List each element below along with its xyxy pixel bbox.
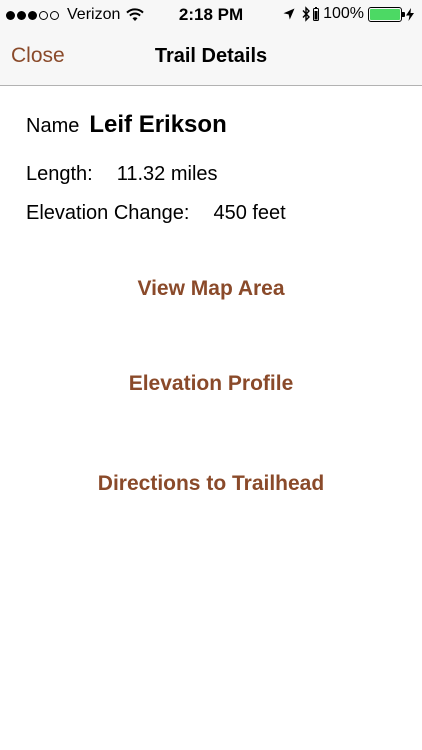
- battery-percent: 100%: [323, 5, 364, 22]
- screen: Verizon 2:18 PM 100% Close Trail Details…: [0, 0, 422, 750]
- elevation-profile-button[interactable]: Elevation Profile: [0, 372, 422, 396]
- trail-name-label: Name: [26, 115, 80, 137]
- location-arrow-icon: [283, 8, 295, 20]
- battery-tip: [402, 11, 405, 17]
- elevation-change-value: 450 feet: [213, 202, 286, 224]
- status-bar: Verizon 2:18 PM 100%: [0, 0, 422, 30]
- trail-length-row: Length: 11.32 miles: [26, 163, 218, 186]
- elevation-change-row: Elevation Change: 450 feet: [26, 202, 286, 225]
- trail-name-value: Leif Erikson: [89, 111, 227, 138]
- trail-name-row: Name Leif Erikson: [26, 111, 227, 139]
- directions-to-trailhead-button[interactable]: Directions to Trailhead: [0, 472, 422, 496]
- trail-length-value: 11.32 miles: [116, 163, 218, 185]
- bluetooth-icon: [302, 6, 311, 22]
- view-map-area-button[interactable]: View Map Area: [0, 277, 422, 301]
- elevation-change-label: Elevation Change:: [26, 202, 190, 224]
- charging-bolt-icon: [406, 7, 414, 21]
- close-button[interactable]: Close: [11, 44, 65, 68]
- battery-icon: [368, 6, 405, 22]
- navigation-bar: Close Trail Details: [0, 30, 422, 86]
- battery-fill: [370, 8, 400, 20]
- trail-length-label: Length:: [26, 163, 93, 185]
- bluetooth-battery-icon: [313, 7, 320, 21]
- status-right: 100%: [283, 5, 414, 23]
